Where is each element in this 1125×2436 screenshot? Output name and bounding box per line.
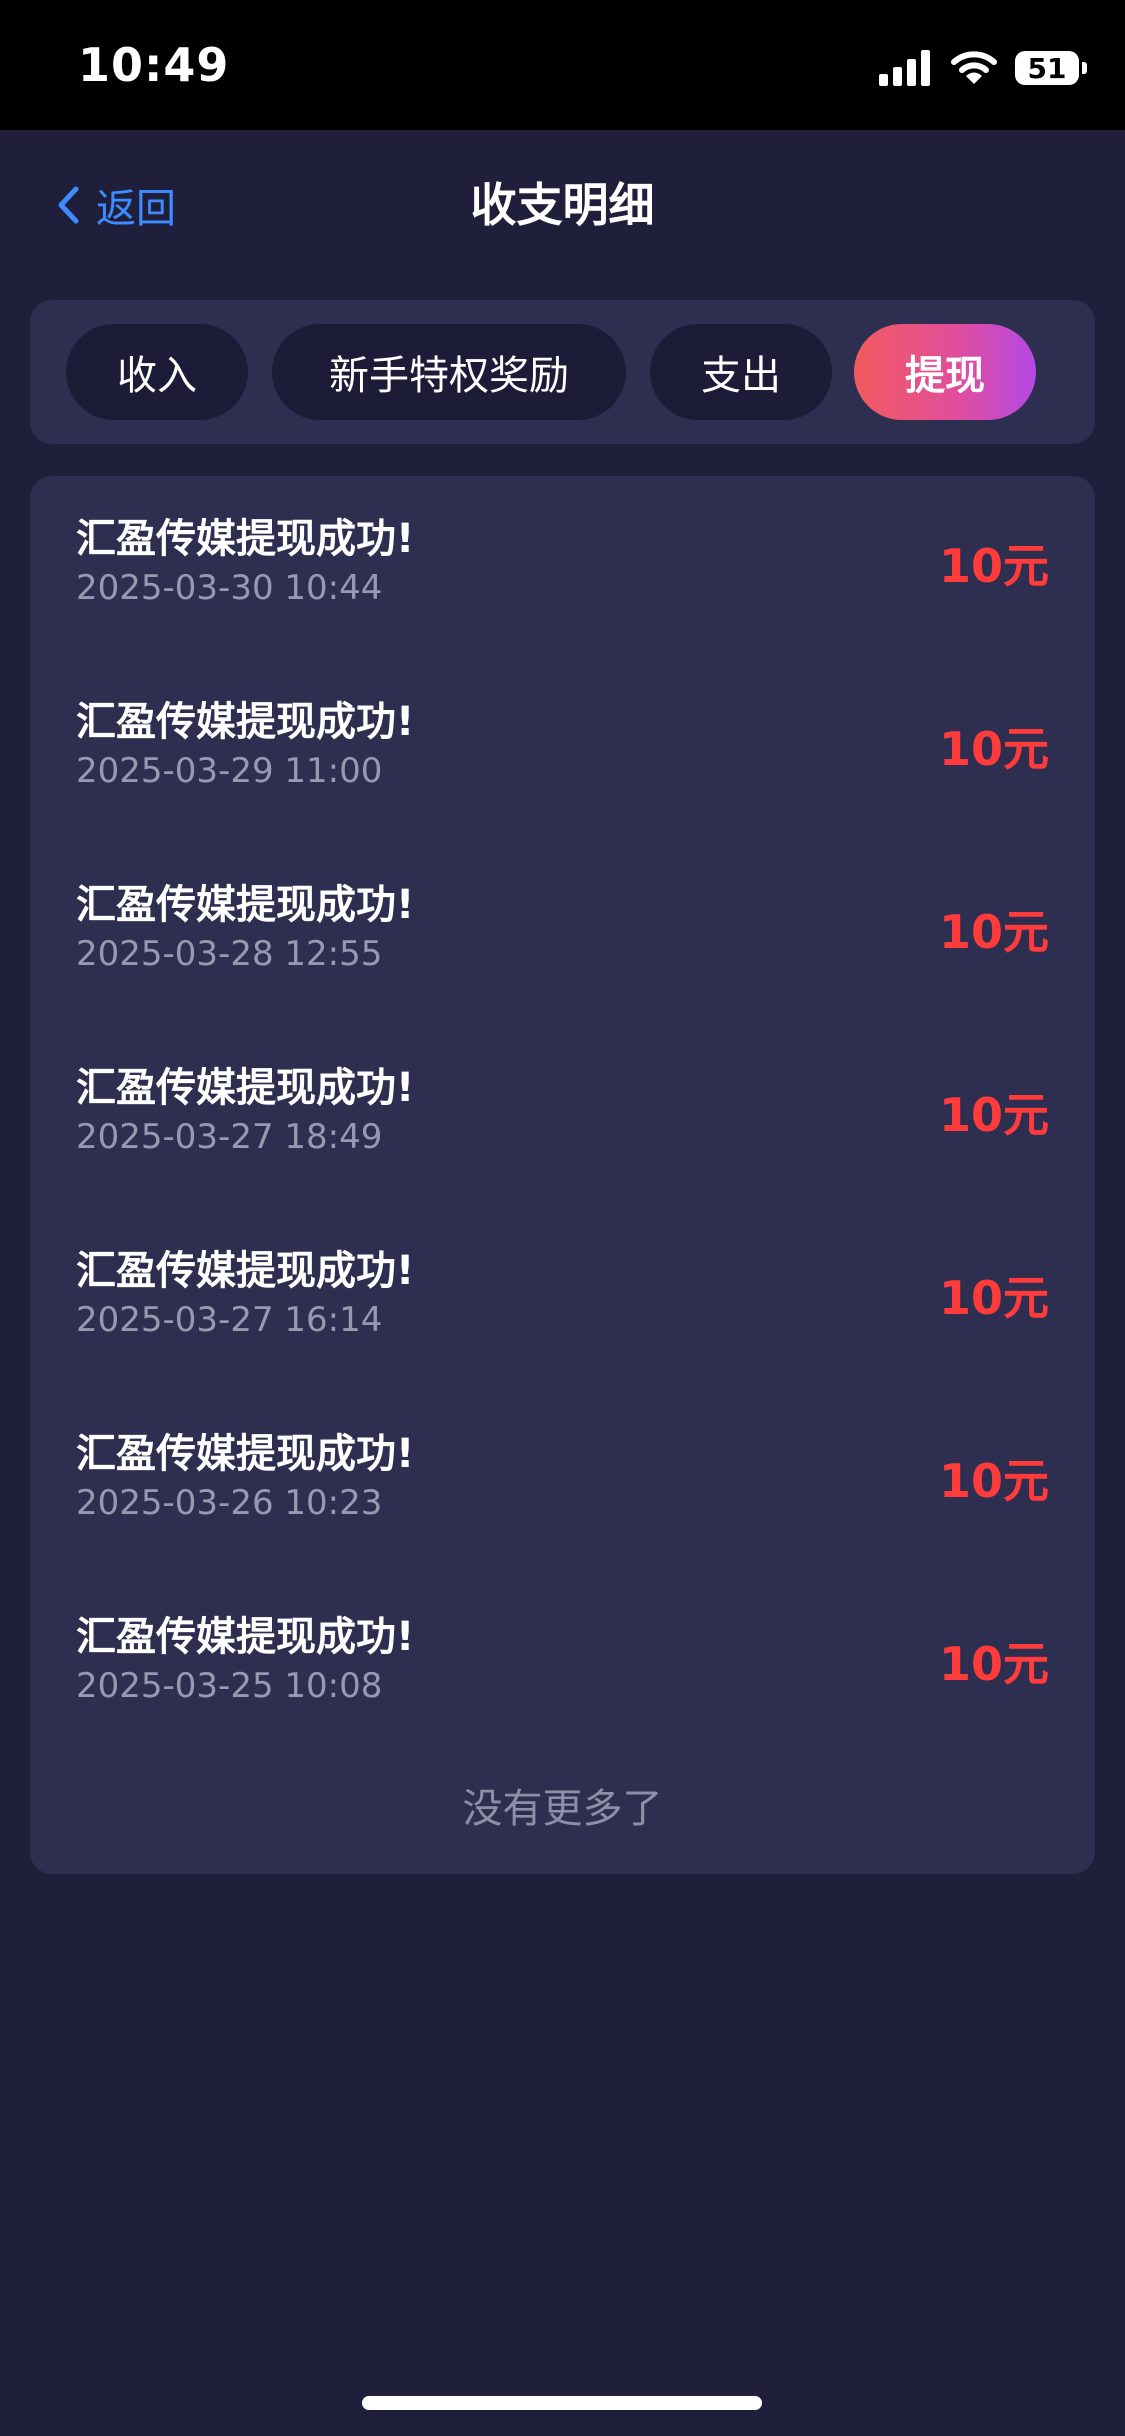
signal-icon (879, 50, 930, 86)
status-time: 10:49 (78, 38, 230, 92)
wifi-icon (951, 51, 997, 84)
tab-withdraw[interactable]: 提现 (854, 324, 1036, 420)
status-bar: 10:49 51 (0, 0, 1125, 130)
list-end-text: 没有更多了 (462, 1786, 663, 1832)
record-title: 汇盈传媒提现成功! (76, 882, 415, 928)
list-item: 汇盈传媒提现成功! 2025-03-30 10:44 10元 (30, 476, 1095, 659)
list-item: 汇盈传媒提现成功! 2025-03-28 12:55 10元 (30, 842, 1095, 1025)
record-time: 2025-03-25 10:08 (76, 1666, 383, 1706)
list-item: 汇盈传媒提现成功! 2025-03-27 18:49 10元 (30, 1025, 1095, 1208)
tabs-panel: 收入 新手特权奖励 支出 提现 (30, 300, 1095, 444)
record-time: 2025-03-28 12:55 (76, 934, 383, 974)
record-title: 汇盈传媒提现成功! (76, 516, 415, 562)
record-amount: 10元 (938, 1454, 1049, 1508)
record-title: 汇盈传媒提现成功! (76, 1248, 415, 1294)
record-title: 汇盈传媒提现成功! (76, 1614, 415, 1660)
record-title: 汇盈传媒提现成功! (76, 699, 415, 745)
nav-bar: 收支明细 返回 (0, 130, 1125, 280)
tab-newbie-bonus[interactable]: 新手特权奖励 (272, 324, 626, 420)
back-button[interactable]: 返回 (56, 172, 176, 238)
record-time: 2025-03-27 18:49 (76, 1117, 383, 1157)
list-item: 汇盈传媒提现成功! 2025-03-26 10:23 10元 (30, 1391, 1095, 1574)
chevron-left-icon (58, 186, 79, 224)
record-amount: 10元 (938, 905, 1049, 959)
tab-income[interactable]: 收入 (66, 324, 248, 420)
home-indicator[interactable] (362, 2396, 762, 2410)
record-amount: 10元 (938, 539, 1049, 593)
list-item: 汇盈传媒提现成功! 2025-03-29 11:00 10元 (30, 659, 1095, 842)
battery-level: 51 (1027, 51, 1067, 85)
record-title: 汇盈传媒提现成功! (76, 1431, 415, 1477)
list-item: 汇盈传媒提现成功! 2025-03-27 16:14 10元 (30, 1208, 1095, 1391)
record-amount: 10元 (938, 1637, 1049, 1691)
record-time: 2025-03-29 11:00 (76, 751, 383, 791)
record-amount: 10元 (938, 1271, 1049, 1325)
back-label: 返回 (96, 186, 176, 232)
status-icons: 51 (879, 44, 1087, 92)
record-amount: 10元 (938, 1088, 1049, 1142)
list-item: 汇盈传媒提现成功! 2025-03-25 10:08 10元 (30, 1574, 1095, 1757)
record-amount: 10元 (938, 722, 1049, 776)
record-title: 汇盈传媒提现成功! (76, 1065, 415, 1111)
record-time: 2025-03-27 16:14 (76, 1300, 383, 1340)
records-list: 汇盈传媒提现成功! 2025-03-30 10:44 10元 汇盈传媒提现成功!… (30, 476, 1095, 1874)
record-time: 2025-03-30 10:44 (76, 568, 383, 608)
record-time: 2025-03-26 10:23 (76, 1483, 383, 1523)
battery-icon: 51 (1015, 51, 1087, 85)
tab-expense[interactable]: 支出 (650, 324, 832, 420)
